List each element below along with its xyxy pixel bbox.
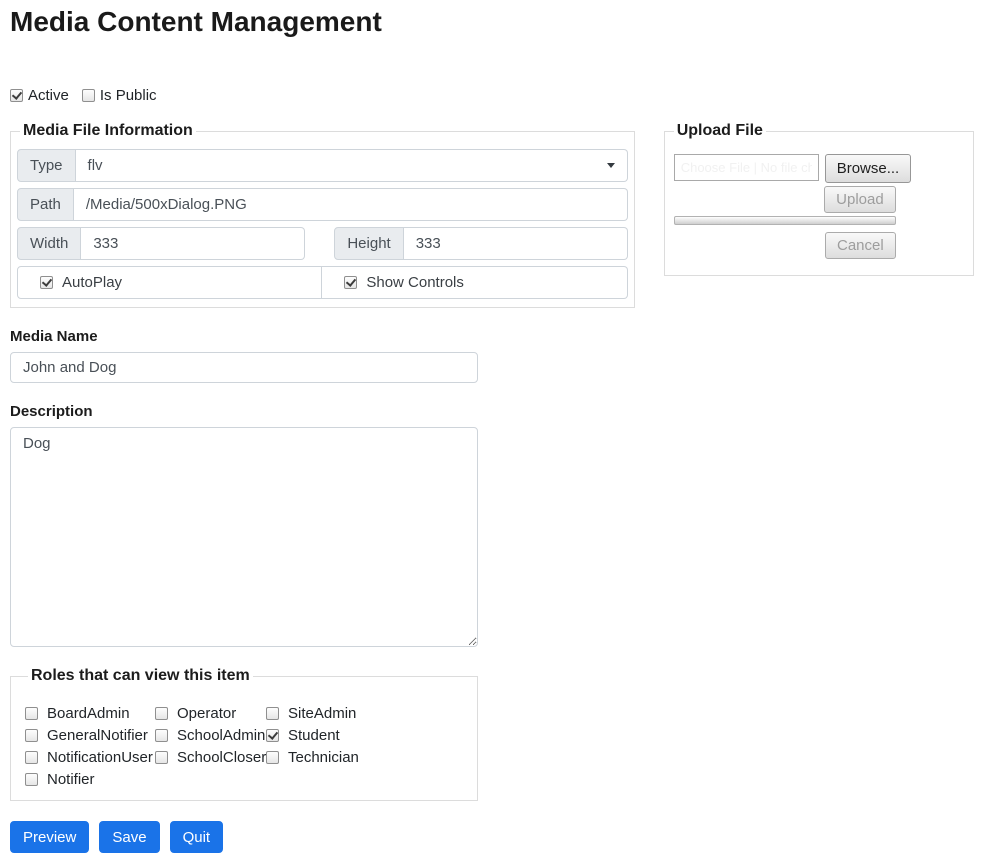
role-label: Technician: [288, 749, 359, 766]
width-height-row: Width Height: [17, 221, 628, 260]
show-controls-checkbox[interactable]: [344, 276, 357, 289]
upload-file-fieldset: Upload File Browse... Upload Cancel: [664, 122, 974, 276]
role-label: NotificationUser: [47, 749, 153, 766]
playback-options-row: AutoPlay Show Controls: [17, 266, 628, 299]
role-label: Operator: [177, 705, 236, 722]
is-public-label: Is Public: [100, 87, 157, 104]
media-file-info-fieldset: Media File Information Type flv Path Wid…: [10, 122, 635, 308]
role-item: Notifier: [25, 769, 155, 790]
role-label: SchoolCloser: [177, 749, 266, 766]
role-item: Technician: [266, 747, 467, 768]
role-label: Notifier: [47, 771, 95, 788]
type-field-group: Type flv: [17, 149, 628, 182]
page-container: Media Content Management Active Is Publi…: [0, 0, 984, 863]
action-buttons-row: Preview Save Quit: [10, 821, 974, 853]
height-field-group: Height: [334, 227, 627, 260]
description-label: Description: [10, 403, 974, 420]
cancel-button-row: Cancel: [674, 232, 896, 259]
upload-button[interactable]: Upload: [824, 186, 896, 213]
role-checkbox-student[interactable]: [266, 729, 279, 742]
role-label: BoardAdmin: [47, 705, 130, 722]
height-field-label: Height: [334, 227, 403, 260]
role-checkbox-technician[interactable]: [266, 751, 279, 764]
quit-button[interactable]: Quit: [170, 821, 224, 853]
role-label: Student: [288, 727, 340, 744]
autoplay-option: AutoPlay: [17, 266, 322, 299]
media-name-label: Media Name: [10, 328, 974, 345]
autoplay-label: AutoPlay: [62, 274, 122, 291]
upload-controls: Browse... Upload Cancel: [674, 154, 896, 259]
media-file-info-legend: Media File Information: [20, 122, 196, 140]
path-input[interactable]: [74, 188, 628, 221]
path-field-group: Path: [17, 188, 628, 221]
browse-button[interactable]: Browse...: [825, 154, 912, 183]
role-checkbox-schooladmin[interactable]: [155, 729, 168, 742]
top-checkbox-row: Active Is Public: [10, 87, 974, 104]
role-checkbox-notifier[interactable]: [25, 773, 38, 786]
roles-fieldset: Roles that can view this item BoardAdmin…: [10, 667, 478, 801]
height-input[interactable]: [404, 227, 628, 260]
role-checkbox-schoolcloser[interactable]: [155, 751, 168, 764]
show-controls-option: Show Controls: [322, 266, 627, 299]
width-field-group: Width: [17, 227, 305, 260]
role-item: SchoolCloser: [155, 747, 266, 768]
chevron-down-icon: [607, 163, 615, 168]
width-field-label: Width: [17, 227, 81, 260]
media-name-input[interactable]: [10, 352, 478, 383]
path-field-label: Path: [17, 188, 74, 221]
file-input[interactable]: [674, 154, 819, 181]
active-checkbox-group: Active: [10, 87, 69, 104]
save-button[interactable]: Save: [99, 821, 159, 853]
role-checkbox-boardadmin[interactable]: [25, 707, 38, 720]
active-checkbox[interactable]: [10, 89, 23, 102]
is-public-checkbox[interactable]: [82, 89, 95, 102]
role-item: SiteAdmin: [266, 703, 467, 724]
roles-legend: Roles that can view this item: [28, 667, 253, 685]
upload-button-row: Upload: [674, 186, 896, 213]
role-checkbox-siteadmin[interactable]: [266, 707, 279, 720]
role-item: GeneralNotifier: [25, 725, 155, 746]
role-item: NotificationUser: [25, 747, 155, 768]
role-checkbox-generalnotifier[interactable]: [25, 729, 38, 742]
role-label: SiteAdmin: [288, 705, 356, 722]
active-label: Active: [28, 87, 69, 104]
show-controls-label: Show Controls: [366, 274, 464, 291]
preview-button[interactable]: Preview: [10, 821, 89, 853]
role-checkbox-notificationuser[interactable]: [25, 751, 38, 764]
upload-progress-bar: [674, 216, 896, 225]
role-item: Operator: [155, 703, 266, 724]
fieldset-columns: Media File Information Type flv Path Wid…: [10, 122, 974, 308]
type-select[interactable]: flv: [76, 149, 628, 182]
file-chooser-row: Browse...: [674, 154, 896, 183]
page-title: Media Content Management: [10, 6, 974, 38]
cancel-button[interactable]: Cancel: [825, 232, 896, 259]
type-field-label: Type: [17, 149, 76, 182]
roles-grid: BoardAdmin Operator SiteAdmin GeneralNotifi…: [25, 703, 467, 790]
role-label: GeneralNotifier: [47, 727, 148, 744]
width-input[interactable]: [81, 227, 305, 260]
autoplay-checkbox[interactable]: [40, 276, 53, 289]
role-item: Student: [266, 725, 467, 746]
role-item: SchoolAdmin: [155, 725, 266, 746]
role-checkbox-operator[interactable]: [155, 707, 168, 720]
is-public-checkbox-group: Is Public: [82, 87, 157, 104]
role-label: SchoolAdmin: [177, 727, 265, 744]
role-item: BoardAdmin: [25, 703, 155, 724]
upload-file-legend: Upload File: [674, 122, 766, 140]
description-textarea[interactable]: Dog: [10, 427, 478, 647]
type-select-value: flv: [88, 157, 103, 174]
